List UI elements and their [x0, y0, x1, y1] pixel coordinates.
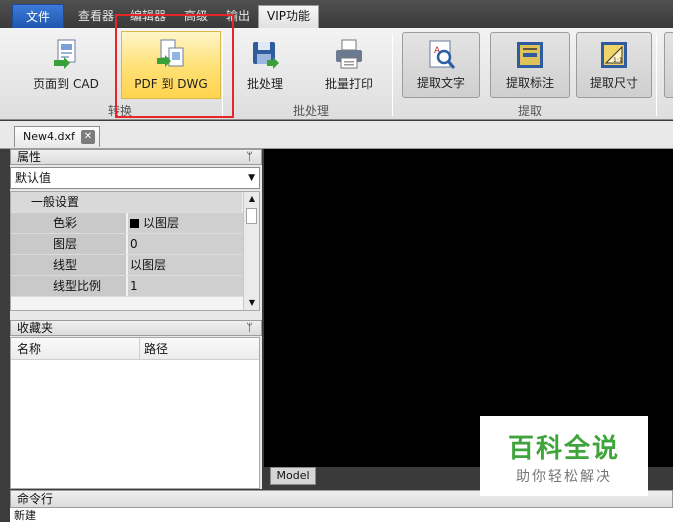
batch-print-button[interactable]: 批量打印	[314, 32, 384, 98]
extract-size-label: 提取尺寸	[589, 76, 638, 90]
svg-text:1:1: 1:1	[613, 57, 623, 64]
extract-size-icon: 1:1	[601, 42, 627, 68]
color-swatch	[130, 219, 139, 228]
page-to-cad-icon	[54, 39, 76, 69]
group-separator	[656, 34, 657, 116]
batch-process-label: 批处理	[246, 77, 283, 91]
property-grid: − 一般设置 色彩 以图层 图层 0 线型 以图层 线型比例 1 ▲	[10, 191, 260, 311]
batch-process-button[interactable]: 批处理	[236, 32, 294, 98]
app-window: 文件 查看器 编辑器 高级 输出 VIP功能 页面到 CAD PDF 到 DWG…	[0, 0, 673, 522]
property-value[interactable]: 0	[128, 234, 243, 254]
favorites-panel-header: 收藏夹 ᛘ	[10, 320, 262, 336]
tab-model[interactable]: Model	[270, 467, 316, 485]
batch-print-icon	[336, 39, 362, 69]
pin-icon[interactable]: ᛘ	[246, 150, 253, 164]
property-value[interactable]: 以图层	[128, 255, 243, 275]
chevron-down-icon: ▼	[248, 173, 255, 183]
ribbon-toolbar: 页面到 CAD PDF 到 DWG 批处理 批量打印 A 提取文字 提取标注 1…	[0, 28, 673, 120]
property-row-layer[interactable]: 图层 0	[11, 234, 243, 255]
document-tab[interactable]: New4.dxf ✕	[14, 126, 100, 147]
scroll-up-icon[interactable]: ▲	[244, 192, 260, 206]
extract-text-icon: A	[429, 40, 456, 69]
properties-title: 属性	[17, 150, 42, 164]
property-value-text: 以图层	[143, 216, 180, 230]
highlight-annotation-frame	[115, 14, 234, 118]
extract-size-button[interactable]: 1:1 提取尺寸	[576, 32, 652, 98]
batch-print-label: 批量打印	[324, 77, 373, 91]
properties-dropdown[interactable]: 默认值 ▼	[10, 167, 260, 189]
column-header-name[interactable]: 名称	[17, 338, 41, 360]
properties-dropdown-value: 默认值	[15, 171, 52, 185]
properties-panel-header: 属性 ᛘ	[10, 149, 262, 165]
extract-text-button[interactable]: A 提取文字	[402, 32, 480, 98]
property-section-label: 一般设置	[11, 192, 243, 212]
property-value[interactable]: 1	[128, 276, 243, 296]
property-row-linetype[interactable]: 线型 以图层	[11, 255, 243, 276]
scroll-thumb[interactable]	[246, 208, 257, 224]
page-to-cad-button[interactable]: 页面到 CAD	[24, 32, 108, 98]
menu-bar: 文件 查看器 编辑器 高级 输出 VIP功能	[0, 0, 673, 28]
command-output[interactable]: 新建	[10, 508, 673, 522]
favorites-list-header: 名称 路径	[11, 338, 259, 360]
batch-process-icon	[253, 42, 279, 69]
extract-dimension-icon	[517, 42, 543, 68]
extract-dimension-button[interactable]: 提取标注	[490, 32, 570, 98]
group-label-extract: 提取	[518, 104, 543, 118]
property-grid-scrollbar[interactable]: ▲ ▼	[243, 192, 259, 310]
close-icon[interactable]: ✕	[81, 130, 95, 144]
watermark: 百科全说 助你轻松解决	[480, 416, 648, 496]
favorites-title: 收藏夹	[17, 321, 54, 335]
page-to-cad-label: 页面到 CAD	[33, 77, 99, 91]
property-section-general[interactable]: − 一般设置	[11, 192, 243, 213]
group-separator	[392, 34, 393, 116]
document-tab-strip: New4.dxf ✕	[0, 121, 673, 149]
more-tools-button[interactable]	[664, 32, 673, 98]
property-key: 线型比例	[11, 276, 127, 296]
menu-tab-file[interactable]: 文件	[12, 4, 64, 28]
menu-tab-vip[interactable]: VIP功能	[258, 5, 319, 28]
favorites-list[interactable]: 名称 路径	[10, 337, 260, 489]
property-key: 线型	[11, 255, 127, 275]
watermark-title: 百科全说	[507, 434, 620, 464]
extract-dimension-label: 提取标注	[505, 76, 554, 90]
pin-icon[interactable]: ᛘ	[246, 321, 253, 335]
document-tab-label: New4.dxf	[23, 130, 75, 143]
property-row-linetype-scale[interactable]: 线型比例 1	[11, 276, 243, 297]
column-header-path[interactable]: 路径	[139, 338, 168, 360]
extract-text-label: 提取文字	[416, 76, 465, 90]
property-value[interactable]: 以图层	[128, 213, 243, 233]
property-key: 图层	[11, 234, 127, 254]
watermark-subtitle: 助你轻松解决	[516, 469, 612, 485]
left-panel: 属性 ᛘ 默认值 ▼ − 一般设置 色彩 以图层 图层 0 线型 以图层	[10, 149, 262, 489]
group-label-batch: 批处理	[293, 104, 330, 118]
property-key: 色彩	[11, 213, 127, 233]
scroll-down-icon[interactable]: ▼	[244, 296, 260, 310]
property-row-color[interactable]: 色彩 以图层	[11, 213, 243, 234]
